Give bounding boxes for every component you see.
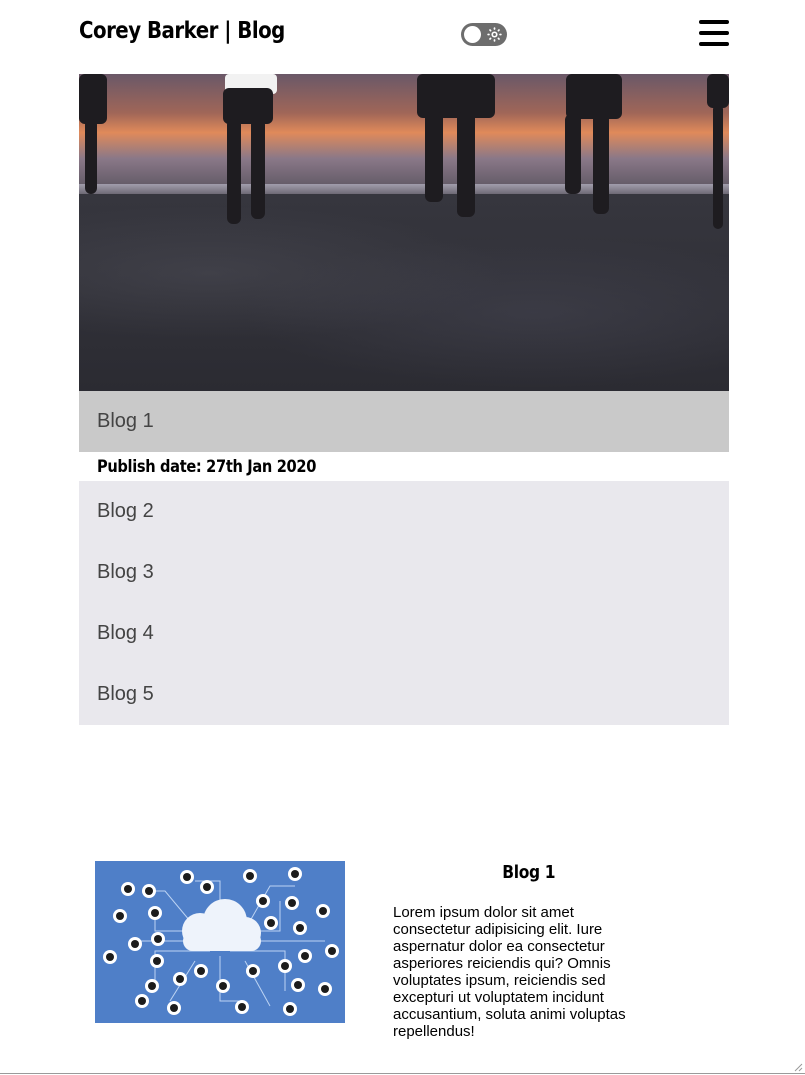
article-title: Blog 1	[393, 862, 665, 883]
beach-sand	[79, 194, 729, 391]
hamburger-bar	[699, 42, 729, 46]
article-title-text: Blog 1	[502, 862, 556, 883]
article-body: Lorem ipsum dolor sit amet consectetur a…	[393, 904, 626, 1040]
toggle-knob	[464, 26, 481, 43]
publish-date: Publish date: 27th Jan 2020	[79, 452, 729, 481]
person-silhouette	[227, 119, 241, 224]
person-silhouette	[565, 114, 581, 194]
site-title[interactable]: Corey Barker | Blog	[79, 18, 285, 44]
person-silhouette	[457, 112, 475, 217]
blog-item-2[interactable]: Blog 2	[79, 481, 729, 542]
person-silhouette	[251, 119, 265, 219]
person-silhouette	[707, 74, 729, 108]
person-silhouette	[79, 74, 107, 124]
blog-item-3[interactable]: Blog 3	[79, 542, 729, 603]
person-silhouette	[425, 112, 443, 202]
theme-toggle[interactable]	[461, 23, 507, 46]
publish-date-text: Publish date: 27th Jan 2020	[97, 457, 317, 477]
person-silhouette	[85, 119, 97, 194]
blog-item-4[interactable]: Blog 4	[79, 603, 729, 664]
blog-list: Blog 1 Publish date: 27th Jan 2020 Blog …	[79, 391, 729, 725]
site-header: Corey Barker | Blog	[79, 0, 729, 74]
blog-item-5[interactable]: Blog 5	[79, 664, 729, 725]
hero-photo	[79, 74, 729, 391]
person-silhouette	[713, 104, 723, 229]
viewport-bottom-border	[0, 1073, 805, 1074]
hamburger-icon[interactable]	[699, 20, 729, 47]
resize-grip-icon[interactable]	[793, 1062, 803, 1072]
sun-icon	[487, 27, 502, 42]
person-silhouette	[593, 114, 609, 214]
person-silhouette	[566, 74, 622, 119]
cloud-network-icon	[103, 867, 339, 1016]
cloud-network-illustration	[95, 861, 345, 1023]
hamburger-bar	[699, 20, 729, 24]
blog-item-1[interactable]: Blog 1	[79, 391, 729, 452]
hamburger-bar	[699, 31, 729, 35]
